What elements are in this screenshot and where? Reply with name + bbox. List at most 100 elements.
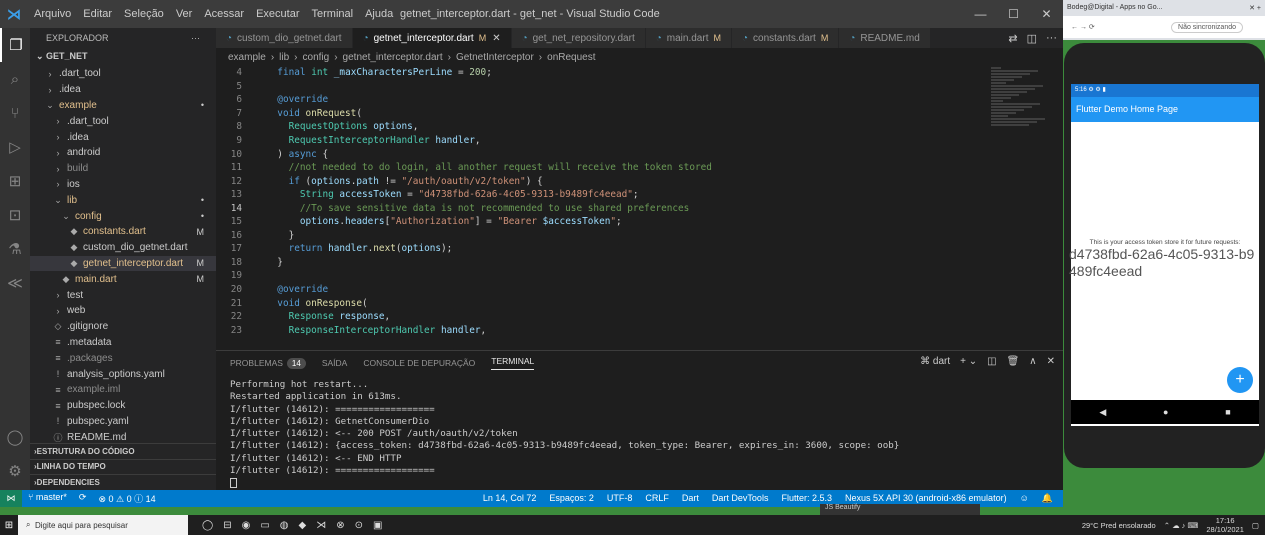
browser-tab[interactable]: Bodeg@Digital - Apps no Go... ✕ + [1063, 0, 1265, 16]
status-item[interactable]: Espaços: 2 [549, 493, 594, 504]
flutter-icon[interactable]: ≪ [0, 266, 30, 300]
code-line[interactable]: 15 options.headers["Authorization"] = "B… [216, 215, 1063, 229]
panel-tab-problemas[interactable]: PROBLEMAS 14 [230, 358, 306, 369]
tree-item[interactable]: › test [30, 287, 216, 303]
more-actions-icon[interactable]: ··· [191, 33, 200, 43]
search-icon[interactable]: ⌕ [0, 62, 30, 96]
split-editor-icon[interactable]: ◫ [1027, 32, 1037, 45]
tree-item[interactable]: ≡ .packages [30, 350, 216, 366]
windows-start-icon[interactable]: ⊞ [0, 515, 18, 535]
back-icon[interactable]: ◀ [1099, 407, 1106, 418]
editor-tab[interactable]: ◔ custom_dio_getnet.dart [216, 28, 353, 48]
status-item[interactable]: Ln 14, Col 72 [483, 493, 537, 504]
tree-item[interactable]: ⌄ config • [30, 208, 216, 224]
minimize-icon[interactable]: — [964, 0, 997, 28]
source-control-icon[interactable]: ⑂ [0, 96, 30, 130]
menu-item-acessar[interactable]: Acessar [204, 8, 244, 20]
run-debug-icon[interactable]: ▷ [0, 130, 30, 164]
maximize-icon[interactable]: ☐ [997, 0, 1030, 28]
code-line[interactable]: 12 if (options.path != "/auth/oauth/v2/t… [216, 174, 1063, 188]
tree-item[interactable]: › .dart_tool [30, 66, 216, 82]
menu-item-ver[interactable]: Ver [176, 8, 193, 20]
breadcrumb-item[interactable]: config [303, 52, 330, 63]
file-explorer-icon[interactable]: ▭ [260, 520, 269, 531]
sync-icon[interactable]: ⟳ [79, 492, 87, 505]
task-view-icon[interactable]: ◯ [202, 520, 213, 531]
editor-tab[interactable]: ◔ main.dart M [645, 28, 732, 48]
tree-item[interactable]: ! pubspec.yaml [30, 414, 216, 430]
app-icon[interactable]: ⊙ [355, 520, 363, 531]
close-panel-icon[interactable]: ✕ [1047, 356, 1055, 367]
menu-item-ajuda[interactable]: Ajuda [365, 8, 393, 20]
tree-item[interactable]: ⌄ example • [30, 98, 216, 114]
panel-tab-terminal[interactable]: TERMINAL [491, 356, 535, 370]
sidebar-section[interactable]: › ESTRUTURA DO CÓDIGO [30, 443, 216, 459]
code-line[interactable]: 4 final int _maxCharactersPerLine = 200; [216, 66, 1063, 80]
code-line[interactable]: 20 @override [216, 283, 1063, 297]
sidebar-section[interactable]: › LINHA DO TEMPO [30, 458, 216, 475]
recents-icon[interactable]: ■ [1225, 407, 1230, 417]
code-line[interactable]: 23 ResponseInterceptorHandler handler, [216, 323, 1063, 337]
menu-item-terminal[interactable]: Terminal [312, 8, 354, 20]
chrome-icon[interactable]: ◍ [280, 520, 289, 531]
tree-item[interactable]: ≡ .metadata [30, 335, 216, 351]
tree-item[interactable]: ≡ example.iml [30, 382, 216, 398]
sync-button[interactable]: Não sincronizando [1171, 21, 1243, 33]
emulator-icon[interactable]: ▣ [373, 520, 382, 531]
testing-icon[interactable]: ⚗ [0, 232, 30, 266]
tree-item[interactable]: › .idea [30, 129, 216, 145]
code-line[interactable]: 9 RequestInterceptorHandler handler, [216, 134, 1063, 148]
bell-icon[interactable]: 🔔 [1042, 493, 1053, 504]
code-line[interactable]: 22 Response response, [216, 310, 1063, 324]
split-terminal-icon[interactable]: ◫ [987, 356, 996, 367]
code-line[interactable]: 7 void onRequest( [216, 107, 1063, 121]
tree-item[interactable]: › .idea [30, 82, 216, 98]
tree-item[interactable]: › ios [30, 177, 216, 193]
notifications-icon[interactable]: ▢ [1252, 521, 1259, 530]
status-item[interactable]: CRLF [645, 493, 669, 504]
feedback-icon[interactable]: ☺ [1020, 493, 1029, 504]
code-line[interactable]: 14 //To save sensitive data is not recom… [216, 201, 1063, 215]
tab-close-icon[interactable]: ✕ [492, 33, 500, 44]
new-tab-icon[interactable]: ✕ + [1249, 4, 1261, 12]
tree-item[interactable]: ◆ constants.dart M [30, 224, 216, 240]
tree-item[interactable]: ◇ .gitignore [30, 319, 216, 335]
code-line[interactable]: 5 [216, 80, 1063, 94]
sublime-icon[interactable]: ◆ [299, 520, 307, 531]
menu-item-executar[interactable]: Executar [256, 8, 299, 20]
menu-item-seleção[interactable]: Seleção [124, 8, 164, 20]
tree-item[interactable]: ◆ getnet_interceptor.dart M [30, 255, 216, 272]
code-line[interactable]: 18 } [216, 256, 1063, 270]
nav-icons[interactable]: ← → ⟳ [1071, 23, 1095, 31]
code-line[interactable]: 21 void onResponse( [216, 296, 1063, 310]
maximize-panel-icon[interactable]: ∧ [1029, 356, 1036, 367]
more-icon[interactable]: ··· [1046, 32, 1057, 44]
breadcrumb-item[interactable]: GetnetInterceptor [456, 52, 534, 63]
status-item[interactable]: Dart [682, 493, 699, 504]
vscode-taskbar-icon[interactable]: ⋊ [316, 520, 326, 531]
terminal-shell-selector[interactable]: ⌘ dart [920, 356, 950, 367]
tree-item[interactable]: ⌄ lib • [30, 192, 216, 208]
compare-icon[interactable]: ⇄ [1008, 32, 1017, 45]
manage-gear-icon[interactable]: ⚙ [0, 454, 30, 488]
breadcrumb-item[interactable]: onRequest [547, 52, 595, 63]
status-item[interactable]: Dart DevTools [712, 493, 769, 504]
edge-icon[interactable]: ◉ [242, 520, 251, 531]
xbox-icon[interactable]: ⊗ [336, 520, 344, 531]
close-icon[interactable]: ✕ [1030, 0, 1063, 28]
minimap[interactable] [991, 66, 1051, 350]
code-line[interactable]: 8 RequestOptions options, [216, 120, 1063, 134]
status-item[interactable]: UTF-8 [607, 493, 633, 504]
account-icon[interactable]: ◯ [0, 420, 30, 454]
tray-icons[interactable]: ⌃ ☁ ♪ ⌨ [1164, 521, 1199, 530]
editor-tab[interactable]: ◔ constants.dart M [731, 28, 840, 48]
extensions-icon[interactable]: ⊞ [0, 164, 30, 198]
code-line[interactable]: 11 //not needed to do login, all another… [216, 161, 1063, 175]
status-item[interactable]: Flutter: 2.5.3 [781, 493, 832, 504]
editor-tab[interactable]: ◔ get_net_repository.dart [511, 28, 646, 48]
status-item[interactable]: Nexus 5X API 30 (android-x86 emulator) [845, 493, 1007, 504]
clock[interactable]: 17:16 28/10/2021 [1206, 516, 1244, 534]
trash-icon[interactable]: 🗑 [1007, 356, 1020, 367]
tree-item[interactable]: ≡ pubspec.lock [30, 398, 216, 414]
breadcrumb-item[interactable]: lib [279, 52, 289, 63]
